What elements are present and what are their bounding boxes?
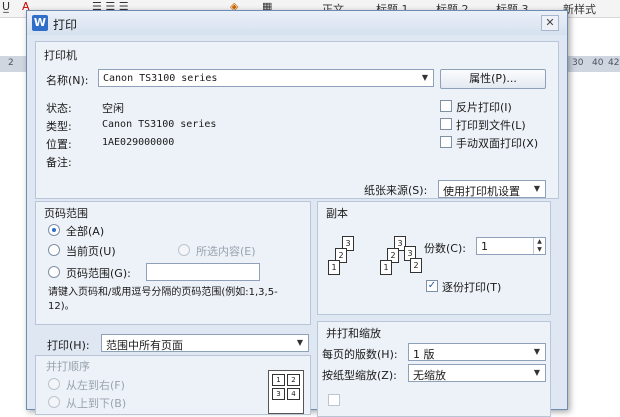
collate-label: 逐份打印(T) (442, 281, 502, 294)
manual-duplex-checkbox[interactable] (440, 136, 452, 148)
location-label: 位置: (46, 138, 72, 151)
collated-pages-icon: 3 2 1 3 2 (380, 236, 422, 284)
manual-duplex-label: 手动双面打印(X) (456, 137, 539, 150)
uncollated-pages-icon: 3 2 1 (328, 236, 358, 284)
reverse-print-label: 反片打印(I) (456, 101, 512, 114)
copies-count-label: 份数(C): (424, 242, 466, 255)
print-what-select[interactable]: 范围中所有页面 ▼ (101, 334, 309, 352)
pages-per-sheet-value: 1 版 (413, 348, 435, 361)
scale-value: 无缩放 (413, 369, 446, 382)
top-to-bottom-label: 从上到下(B) (66, 397, 127, 410)
print-what-label: 打印(H): (47, 339, 90, 352)
print-to-file-checkbox[interactable] (440, 118, 452, 130)
copies-title: 副本 (326, 207, 348, 220)
scale-select[interactable]: 无缩放 ▼ (408, 364, 546, 382)
top-to-bottom-radio[interactable] (48, 396, 60, 408)
spinner-arrows-icon[interactable]: ▲ ▼ (533, 238, 545, 254)
selection-label: 所选内容(E) (196, 245, 256, 258)
zoom-title: 并打和缩放 (326, 327, 381, 340)
scale-label: 按纸型缩放(Z): (322, 369, 397, 382)
printer-group-title: 打印机 (44, 49, 77, 62)
paper-source-label: 纸张来源(S): (364, 184, 428, 197)
properties-button[interactable]: 属性(P)... (440, 69, 546, 89)
collate-checkbox[interactable]: ✓ (426, 280, 438, 292)
type-value: Canon TS3100 series (102, 119, 217, 130)
all-pages-radio[interactable] (48, 224, 60, 236)
paper-source-value: 使用打印机设置 (443, 185, 520, 198)
page-range-title: 页码范围 (44, 207, 88, 220)
dialog-title: 打印 (53, 18, 78, 32)
ruler-number: 40 (592, 58, 604, 68)
dropdown-arrow-icon: ▼ (421, 73, 429, 82)
dropdown-arrow-icon: ▼ (296, 338, 304, 347)
printer-name-label: 名称(N): (46, 74, 89, 87)
print-what-value: 范围中所有页面 (106, 339, 183, 352)
current-page-radio[interactable] (48, 244, 60, 256)
page-range-input[interactable] (146, 263, 260, 281)
location-value: 1AE029000000 (102, 137, 175, 148)
wps-logo-icon: W (32, 15, 48, 31)
collate-order-group: 并打顺序 从左到右(F) 从上到下(B) 1 2 3 4 (35, 355, 311, 415)
printer-group: 打印机 名称(N): Canon TS3100 series ▼ 属性(P)..… (35, 41, 559, 199)
ruler-number: 42 (608, 58, 620, 68)
reverse-print-checkbox[interactable] (440, 100, 452, 112)
close-button[interactable]: ✕ (541, 15, 559, 31)
underline-icon: U̲ (2, 0, 11, 13)
page-range-hint: 请键入页码和/或用逗号分隔的页码范围(例如:1,3,5-12)。 (48, 287, 278, 312)
printer-name-select[interactable]: Canon TS3100 series ▼ (98, 69, 434, 87)
copies-count-value: 1 (481, 240, 488, 253)
left-to-right-radio[interactable] (48, 378, 60, 390)
dropdown-arrow-icon: ▼ (533, 368, 541, 377)
status-value: 空闲 (102, 102, 124, 115)
dialog-titlebar: W 打印 ✕ (27, 11, 567, 35)
order-preview-icon: 1 2 3 4 (268, 370, 304, 414)
print-to-file-label: 打印到文件(L) (456, 119, 526, 132)
dropdown-arrow-icon: ▼ (533, 184, 541, 193)
ruler-number: 30 (572, 58, 584, 68)
ruler-number: 2 (8, 58, 14, 68)
print-dialog: W 打印 ✕ 打印机 名称(N): Canon TS3100 series ▼ … (26, 10, 568, 417)
comment-label: 备注: (46, 156, 72, 169)
all-pages-label: 全部(A) (66, 225, 105, 238)
paper-source-select[interactable]: 使用打印机设置 ▼ (438, 180, 546, 198)
copies-count-input[interactable]: 1 ▲ ▼ (476, 237, 546, 255)
zoom-group: 并打和缩放 每页的版数(H): 1 版 ▼ 按纸型缩放(Z): 无缩放 ▼ (317, 321, 551, 417)
collate-order-title: 并打顺序 (46, 360, 90, 373)
printer-name-value: Canon TS3100 series (103, 73, 218, 84)
pages-per-sheet-label: 每页的版数(H): (322, 348, 398, 361)
page-range-group: 页码范围 全部(A) 当前页(U) 所选内容(E) 页码范围(G): 请键入页码… (35, 201, 311, 325)
pages-per-sheet-select[interactable]: 1 版 ▼ (408, 343, 546, 361)
dropdown-arrow-icon: ▼ (533, 347, 541, 356)
copies-group: 副本 3 2 1 3 2 1 3 2 份数(C): 1 ▲ ▼ ✓ 逐份打印(T) (317, 201, 551, 315)
type-label: 类型: (46, 120, 72, 133)
selection-radio[interactable] (178, 244, 190, 256)
current-page-label: 当前页(U) (66, 245, 116, 258)
page-range-label: 页码范围(G): (66, 267, 131, 280)
status-label: 状态: (46, 102, 72, 115)
left-to-right-label: 从左到右(F) (66, 379, 125, 392)
page-range-radio[interactable] (48, 266, 60, 278)
scale-option-checkbox[interactable] (328, 394, 340, 406)
